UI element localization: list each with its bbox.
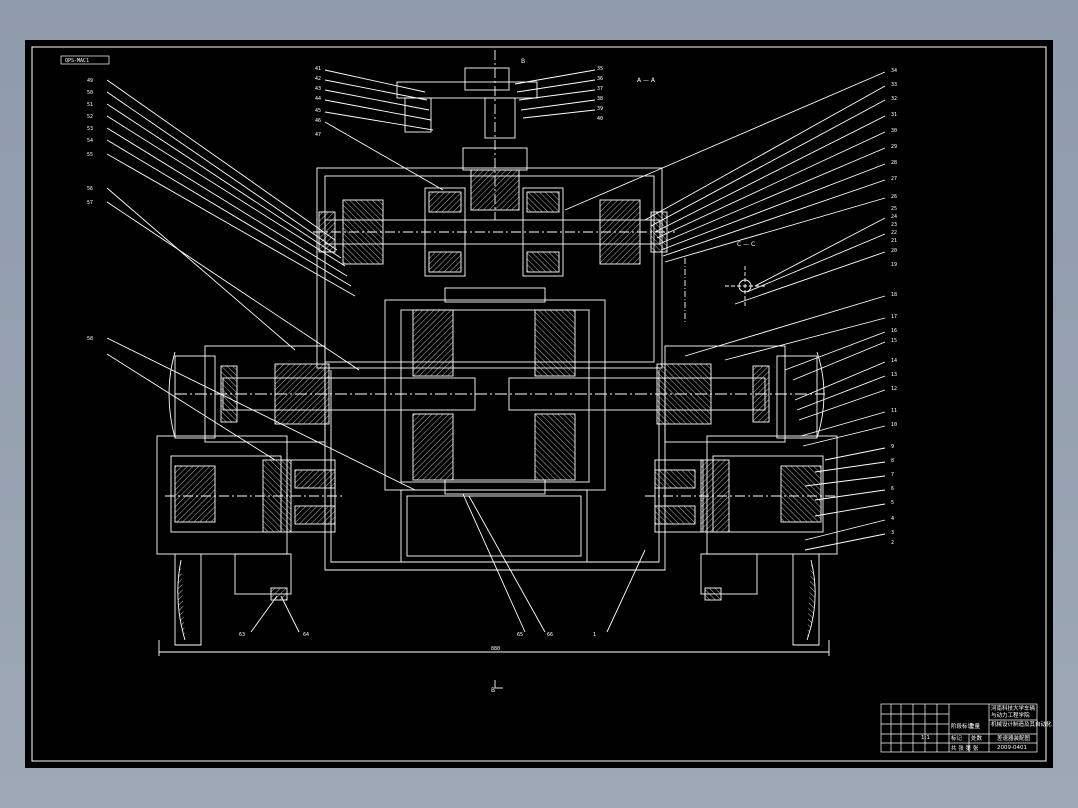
item-number-label: 51 xyxy=(87,102,93,108)
item-number-label: 52 xyxy=(87,114,93,120)
item-number-label: 37 xyxy=(597,86,603,92)
item-number-label: 9 xyxy=(891,444,894,450)
item-number-label: 49 xyxy=(87,78,93,84)
item-number-label: 19 xyxy=(891,262,897,268)
stage-weight: 重量 xyxy=(969,722,981,730)
item-number-label: 5 xyxy=(891,500,894,506)
title-cell-count: 处数 xyxy=(971,734,983,742)
item-number-label: 35 xyxy=(597,66,603,72)
item-number-label: 7 xyxy=(891,472,894,478)
item-number-label: 17 xyxy=(891,314,897,320)
right-top-labels: 35 36 37 38 39 40 xyxy=(597,66,603,122)
section-c-label: C — C xyxy=(737,241,755,248)
item-number-label: 15 xyxy=(891,338,897,344)
section-a-label: A — A xyxy=(637,77,656,84)
item-number-label: 45 xyxy=(315,108,321,114)
dimension-text: 880 xyxy=(491,646,500,652)
title-line3: 机械设计制造及其自动化 xyxy=(991,720,1052,728)
left-labels: 49 50 51 52 53 54 55 56 57 58 xyxy=(87,78,93,342)
item-number-label: 21 xyxy=(891,238,897,244)
title-line2: 与动力工程学院 xyxy=(991,711,1030,719)
item-number-label: 64 xyxy=(303,632,309,638)
item-number-label: 56 xyxy=(87,186,93,192)
item-number-label: 13 xyxy=(891,372,897,378)
item-number-label: 11 xyxy=(891,408,897,414)
item-number-label: 44 xyxy=(315,96,321,102)
item-number-label: 24 xyxy=(891,214,897,220)
assembly-drawing: QPS-MAC1 A — A C — C B B 41 42 43 44 45 … xyxy=(31,46,1052,762)
item-number-label: 42 xyxy=(315,76,321,82)
item-number-label: 50 xyxy=(87,90,93,96)
item-number-label: 31 xyxy=(891,112,897,118)
item-number-label: 58 xyxy=(87,336,93,342)
item-number-label: 43 xyxy=(315,86,321,92)
item-number-label: 8 xyxy=(891,458,894,464)
item-number-label: 10 xyxy=(891,422,897,428)
title-cell-mark: 标记 xyxy=(951,734,963,742)
item-number-label: 38 xyxy=(597,96,603,102)
item-number-label: 12 xyxy=(891,386,897,392)
item-number-label: 1 xyxy=(593,632,596,638)
item-number-label: 4 xyxy=(891,516,894,522)
item-number-label: 22 xyxy=(891,230,897,236)
item-number-label: 66 xyxy=(547,632,553,638)
item-number-label: 33 xyxy=(891,82,897,88)
item-number-label: 29 xyxy=(891,144,897,150)
item-number-label: 26 xyxy=(891,194,897,200)
drawing-name: 差速器装配图 xyxy=(997,734,1031,742)
item-number-label: 53 xyxy=(87,126,93,132)
item-number-label: 47 xyxy=(315,132,321,138)
item-number-label: 25 xyxy=(891,206,897,212)
item-number-label: 34 xyxy=(891,68,897,74)
item-number-label: 54 xyxy=(87,138,93,144)
item-number-label: 16 xyxy=(891,328,897,334)
sheet-border xyxy=(31,46,1047,762)
item-number-label: 6 xyxy=(891,486,894,492)
item-number-label: 41 xyxy=(315,66,321,72)
sheet-count: 共 张 第 张 xyxy=(951,744,979,752)
bottom-labels: 63 64 65 66 1 xyxy=(239,632,596,638)
title-school: 河南科技大学车辆 xyxy=(991,704,1036,712)
item-number-label: 23 xyxy=(891,222,897,228)
left-top-labels: 41 42 43 44 45 46 47 xyxy=(315,66,321,138)
item-number-label: 28 xyxy=(891,160,897,166)
item-number-label: 3 xyxy=(891,530,894,536)
item-number-label: 46 xyxy=(315,118,321,124)
marker-b-bottom: B xyxy=(491,687,495,694)
main-section-view xyxy=(106,50,886,689)
item-number-label: 18 xyxy=(891,292,897,298)
scale-value: 1:1 xyxy=(921,735,930,741)
item-number-label: 55 xyxy=(87,152,93,158)
item-number-label: 57 xyxy=(87,200,93,206)
item-number-label: 2 xyxy=(891,540,894,546)
item-number-label: 32 xyxy=(891,96,897,102)
marker-b-top: B xyxy=(521,58,525,65)
cad-drawing-viewport[interactable]: QPS-MAC1 A — A C — C B B 41 42 43 44 45 … xyxy=(25,40,1053,768)
item-number-label: 14 xyxy=(891,358,897,364)
item-number-label: 20 xyxy=(891,248,897,254)
item-number-label: 63 xyxy=(239,632,245,638)
code-box-text: QPS-MAC1 xyxy=(65,58,89,64)
item-number-label: 65 xyxy=(517,632,523,638)
item-number-label: 40 xyxy=(597,116,603,122)
item-number-label: 30 xyxy=(891,128,897,134)
item-number-label: 36 xyxy=(597,76,603,82)
drawing-number: 2009-0401 xyxy=(997,745,1027,751)
item-number-label: 27 xyxy=(891,176,897,182)
item-number-label: 39 xyxy=(597,106,603,112)
right-labels: 3433323130292827262524232221201918171615… xyxy=(891,68,897,546)
